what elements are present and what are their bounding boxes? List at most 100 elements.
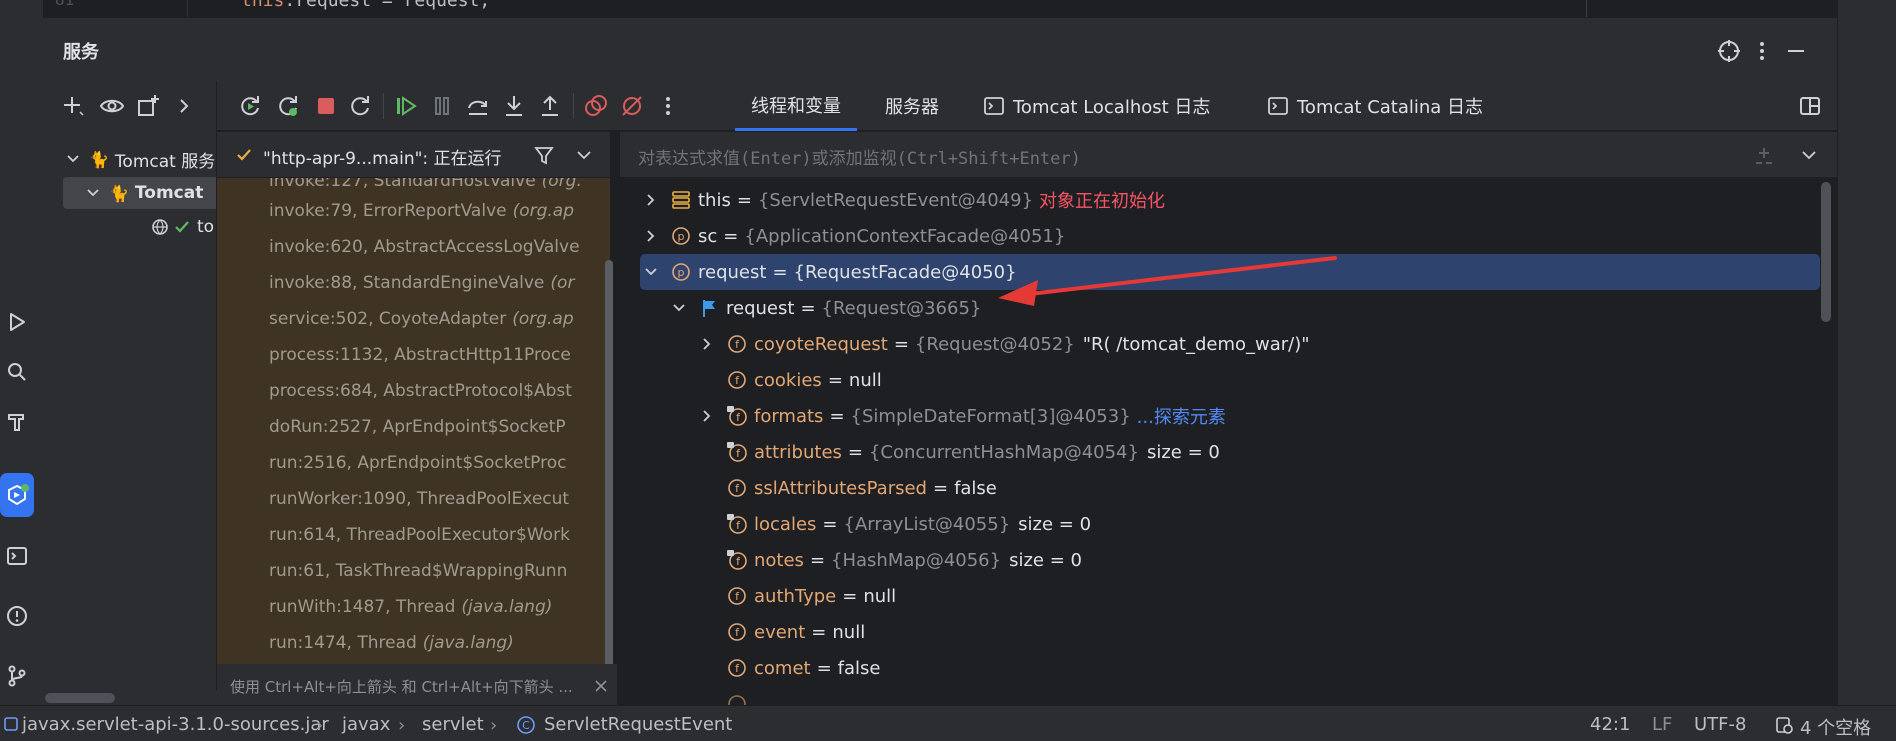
frame-item[interactable]: process:684, AbstractProtocol$Abst (269, 376, 578, 406)
console-icon (1268, 97, 1288, 115)
flag-icon (703, 300, 715, 317)
svg-text:f: f (735, 338, 740, 351)
variable-row-this[interactable]: this = {ServletRequestEvent@4049} 对象正在初始化 (620, 182, 1820, 218)
tab-threads-variables[interactable]: 线程和变量 (735, 81, 857, 131)
restart-icon[interactable] (347, 93, 373, 119)
search-icon[interactable] (0, 350, 34, 394)
terminal-icon[interactable] (0, 534, 34, 578)
add-service-icon[interactable] (61, 93, 87, 119)
right-tool-strip (1837, 0, 1896, 741)
more-options-icon[interactable] (1749, 38, 1775, 64)
services-tree-toolbar (43, 81, 217, 131)
tab-label: Tomcat Localhost 日志 (1013, 97, 1211, 118)
frame-item[interactable]: invoke:127, StandardHostValve (org. (269, 178, 582, 196)
locate-icon[interactable] (1716, 38, 1742, 64)
new-group-icon[interactable] (135, 93, 161, 119)
frame-item[interactable]: runWorker:1090, ThreadPoolExecut (269, 484, 575, 514)
run-icon[interactable] (0, 300, 34, 344)
rerun-failed-icon[interactable] (275, 93, 301, 119)
git-icon[interactable] (0, 654, 34, 698)
frame-item[interactable]: service:502, CoyoteAdapter (org.ap (269, 304, 574, 334)
scrollbar-thumb[interactable] (45, 693, 115, 703)
variable-row-attributes[interactable]: f attributes = {ConcurrentHashMap@4054} siz… (620, 434, 1820, 470)
tab-server[interactable]: 服务器 (875, 81, 949, 131)
chevron-right-icon[interactable] (171, 93, 197, 119)
frame-item[interactable]: run:2516, AprEndpoint$SocketProc (269, 448, 572, 478)
tree-item-artifact[interactable]: to (43, 211, 216, 243)
caret-position[interactable]: 42:1 (1590, 714, 1630, 735)
breadcrumb-package[interactable]: javax (342, 714, 390, 735)
evaluate-expression-bar[interactable]: 对表达式求值(Enter)或添加监视(Ctrl+Shift+Enter) (620, 132, 1837, 178)
thread-selector[interactable]: "http-apr-9...main": 正在运行 (217, 132, 610, 178)
variable-row-coyoterequest[interactable]: f coyoteRequest = {Request@4052} "R( /tomca… (620, 326, 1820, 362)
frame-item[interactable]: run:61, TaskThread$WrappingRunn (269, 556, 573, 586)
variable-row-formats[interactable]: f formats = {SimpleDateFormat[3]@4053} ...探… (620, 398, 1820, 434)
breadcrumb-separator: › (490, 715, 498, 736)
step-out-icon[interactable] (537, 93, 563, 119)
tree-item-tomcat-service[interactable]: 🐈 Tomcat 服务 (43, 143, 216, 175)
variable-row-sslattributesparsed[interactable]: f sslAttributesParsed = false (620, 470, 1820, 506)
frame-item[interactable]: invoke:620, AbstractAccessLogValve (269, 232, 586, 262)
hint-text: 使用 Ctrl+Alt+向上箭头 和 Ctrl+Alt+向下箭头 ... (230, 677, 573, 696)
mute-breakpoints-icon[interactable] (619, 93, 645, 119)
svg-text:f: f (736, 519, 741, 532)
tab-tomcat-localhost-log[interactable]: Tomcat Localhost 日志 (973, 81, 1220, 131)
breadcrumb-package[interactable]: servlet (422, 714, 484, 735)
tree-item-tomcat[interactable]: 🐈 Tomcat (63, 177, 216, 209)
eye-icon[interactable] (99, 93, 125, 119)
editor-gutter: 81 (43, 0, 188, 17)
pause-icon[interactable] (429, 93, 455, 119)
svg-text:f: f (736, 447, 741, 460)
more-options-icon[interactable] (655, 93, 681, 119)
line-separator[interactable]: LF (1652, 714, 1672, 735)
code-line: this.request = request; (241, 0, 490, 11)
breadcrumb-class[interactable]: ServletRequestEvent (544, 714, 732, 735)
breadcrumb-jar[interactable]: javax.servlet-api-3.1.0-sources.jar (22, 714, 329, 735)
frame-item[interactable]: run:1474, Thread (java.lang) (269, 628, 514, 658)
variables-scrollbar[interactable] (1821, 182, 1831, 322)
frame-item[interactable]: runWith:1487, Thread (java.lang) (269, 592, 552, 622)
services-icon[interactable] (0, 473, 34, 517)
variable-row-sc[interactable]: p sc = {ApplicationContextFacade@4051} (620, 218, 1820, 254)
frame-item[interactable]: invoke:79, ErrorReportValve (org.ap (269, 196, 574, 226)
variable-row-comet[interactable]: f comet = false (620, 650, 1820, 686)
field-icon: f (728, 371, 746, 389)
chevron-down-icon (1802, 151, 1816, 160)
frame-item[interactable]: run:614, ThreadPoolExecutor$Work (269, 520, 576, 550)
variable-row-locales[interactable]: f locales = {ArrayList@4055} size = 0 (620, 506, 1820, 542)
variable-row-notes[interactable]: f notes = {HashMap@4056} size = 0 (620, 542, 1820, 578)
tree-item-label: Tomcat (134, 183, 204, 203)
panel-title: 服务 (63, 42, 99, 63)
view-breakpoints-icon[interactable] (583, 93, 609, 119)
variable-row-cookies[interactable]: f cookies = null (620, 362, 1820, 398)
frame-item[interactable]: process:1132, AbstractHttp11Proce (269, 340, 577, 370)
frames-list: invoke:127, StandardHostValve (org. invok… (217, 178, 610, 664)
variable-row-authtype[interactable]: f authType = null (620, 578, 1820, 614)
frame-item[interactable]: doRun:2527, AprEndpoint$SocketP (269, 412, 572, 442)
tree-horizontal-scrollbar[interactable] (43, 691, 217, 705)
stop-icon[interactable] (313, 93, 339, 119)
field-icon (728, 695, 746, 705)
resume-icon[interactable] (393, 93, 419, 119)
tab-label: 服务器 (885, 97, 939, 118)
problems-icon[interactable] (0, 594, 34, 638)
build-hammer-icon[interactable] (0, 399, 34, 443)
step-over-icon[interactable] (465, 93, 491, 119)
minimize-icon[interactable] (1783, 38, 1809, 64)
toolbar-separator (573, 93, 574, 119)
breadcrumb-separator: › (398, 715, 406, 736)
indent-setting[interactable]: 4 个空格 (1800, 714, 1871, 740)
frame-item[interactable]: invoke:88, StandardEngineValve (or (269, 268, 574, 298)
layout-icon[interactable] (1797, 93, 1823, 119)
svg-text:p: p (678, 266, 685, 279)
tab-tomcat-catalina-log[interactable]: Tomcat Catalina 日志 (1257, 81, 1493, 131)
toolbar-separator (383, 93, 384, 119)
file-encoding[interactable]: UTF-8 (1694, 714, 1746, 735)
chevron-right-icon (703, 338, 711, 350)
variable-row-event[interactable]: f event = null (620, 614, 1820, 650)
code-keyword: this (241, 0, 285, 11)
frames-scrollbar[interactable] (605, 260, 613, 670)
rerun-icon[interactable] (237, 93, 263, 119)
breadcrumb-separator: › (316, 715, 324, 736)
step-into-icon[interactable] (501, 93, 527, 119)
